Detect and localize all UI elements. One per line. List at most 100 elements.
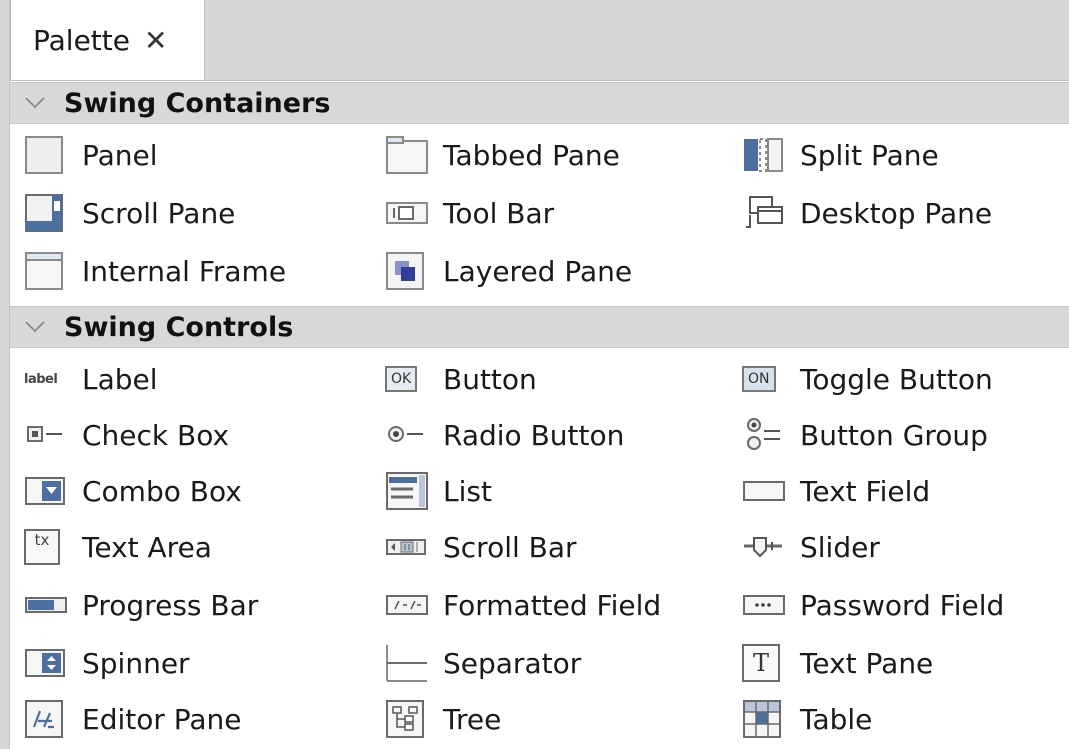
check-box-icon: [24, 413, 68, 457]
radio-button-icon: [385, 413, 429, 457]
palette-item-button-group[interactable]: Button Group: [742, 410, 988, 460]
item-label: Check Box: [82, 418, 230, 452]
item-label: Scroll Pane: [82, 196, 236, 230]
palette-item-tool-bar[interactable]: Tool Bar: [385, 188, 554, 238]
palette-item-toggle-button[interactable]: ON Toggle Button: [742, 354, 993, 404]
item-label: Text Area: [82, 530, 212, 564]
item-label: Spinner: [82, 646, 190, 680]
chevron-down-icon[interactable]: [24, 96, 54, 110]
palette-item-progress-bar[interactable]: Progress Bar: [24, 580, 258, 630]
desktop-pane-icon: [742, 191, 786, 235]
item-label: Progress Bar: [82, 588, 259, 622]
item-label: Button: [443, 362, 537, 396]
left-frame-border: [0, 0, 10, 748]
palette-item-text-pane[interactable]: T Text Pane: [742, 638, 933, 688]
palette-tab-label: Palette: [33, 23, 130, 57]
slider-icon: [742, 525, 786, 569]
palette-item-internal-frame[interactable]: Internal Frame: [24, 246, 286, 296]
button-icon: OK: [385, 357, 429, 401]
palette-item-radio-button[interactable]: Radio Button: [385, 410, 624, 460]
palette-item-formatted-field[interactable]: Formatted Field: [385, 580, 661, 630]
tool-bar-icon: [385, 191, 429, 235]
palette-item-password-field[interactable]: Password Field: [742, 580, 1004, 630]
button-icon-text: OK: [385, 366, 418, 392]
palette-item-desktop-pane[interactable]: Desktop Pane: [742, 188, 992, 238]
category-title: Swing Controls: [64, 311, 294, 343]
button-group-icon: [742, 413, 786, 457]
combo-box-icon: [24, 469, 68, 513]
item-label: Text Field: [800, 474, 931, 508]
text-pane-icon-text: T: [752, 649, 769, 677]
password-field-icon: [742, 583, 786, 627]
progress-bar-icon: [24, 583, 68, 627]
palette-item-table[interactable]: Table: [742, 694, 872, 744]
separator-icon: [385, 641, 429, 685]
item-label: Password Field: [800, 588, 1005, 622]
item-label: Formatted Field: [443, 588, 662, 622]
category-title: Swing Containers: [64, 87, 331, 119]
item-label: Table: [800, 702, 873, 736]
item-label: Radio Button: [443, 418, 625, 452]
item-label: Scroll Bar: [443, 530, 577, 564]
palette-item-check-box[interactable]: Check Box: [24, 410, 229, 460]
palette-item-slider[interactable]: Slider: [742, 522, 880, 572]
toggle-icon-text: ON: [742, 366, 776, 392]
item-label: Tabbed Pane: [443, 138, 620, 172]
table-icon: [742, 697, 786, 741]
scroll-pane-icon: [24, 191, 68, 235]
chevron-down-icon[interactable]: [24, 320, 54, 334]
layered-pane-icon: [385, 249, 429, 293]
scroll-bar-icon: [385, 525, 429, 569]
text-field-icon: [742, 469, 786, 513]
text-area-icon-text: tx: [34, 531, 50, 549]
palette-item-combo-box[interactable]: Combo Box: [24, 466, 242, 516]
palette-item-button[interactable]: OK Button: [385, 354, 537, 404]
text-pane-icon: T: [742, 641, 786, 685]
item-label: Button Group: [800, 418, 988, 452]
panel-icon: [24, 133, 68, 177]
palette-item-panel[interactable]: Panel: [24, 130, 158, 180]
toggle-button-icon: ON: [742, 357, 786, 401]
spinner-icon: [24, 641, 68, 685]
item-label: Tool Bar: [443, 196, 555, 230]
palette-item-editor-pane[interactable]: Editor Pane: [24, 694, 242, 744]
item-label: Internal Frame: [82, 254, 287, 288]
item-label: Toggle Button: [800, 362, 993, 396]
internal-frame-icon: [24, 249, 68, 293]
palette-item-tabbed-pane[interactable]: Tabbed Pane: [385, 130, 620, 180]
item-label: Desktop Pane: [800, 196, 993, 230]
item-label: Slider: [800, 530, 880, 564]
palette-tab[interactable]: Palette ✕: [10, 0, 205, 80]
category-swing-containers[interactable]: Swing Containers: [10, 82, 1069, 124]
palette-item-split-pane[interactable]: Split Pane: [742, 130, 939, 180]
tree-icon: [385, 697, 429, 741]
label-icon: label: [24, 357, 72, 401]
editor-pane-icon: [24, 697, 68, 741]
list-icon: [385, 469, 429, 513]
palette-item-layered-pane[interactable]: Layered Pane: [385, 246, 632, 296]
item-label: Editor Pane: [82, 702, 242, 736]
item-label: Label: [82, 362, 158, 396]
item-label: Combo Box: [82, 474, 242, 508]
palette-item-text-area[interactable]: tx Text Area: [24, 522, 212, 572]
split-pane-icon: [742, 133, 786, 177]
palette-item-scroll-bar[interactable]: Scroll Bar: [385, 522, 577, 572]
palette-item-text-field[interactable]: Text Field: [742, 466, 930, 516]
formatted-field-icon: [385, 583, 429, 627]
item-label: Separator: [443, 646, 582, 680]
item-label: Panel: [82, 138, 158, 172]
close-icon[interactable]: ✕: [144, 24, 167, 57]
palette-item-spinner[interactable]: Spinner: [24, 638, 190, 688]
tabbed-pane-icon: [385, 133, 429, 177]
item-label: Layered Pane: [443, 254, 633, 288]
item-label: List: [443, 474, 492, 508]
palette-item-scroll-pane[interactable]: Scroll Pane: [24, 188, 235, 238]
item-label: Text Pane: [800, 646, 934, 680]
text-area-icon: tx: [24, 525, 68, 569]
palette-item-label[interactable]: label Label: [24, 354, 158, 404]
item-label: Tree: [443, 702, 502, 736]
palette-item-tree[interactable]: Tree: [385, 694, 501, 744]
category-swing-controls[interactable]: Swing Controls: [10, 306, 1069, 348]
palette-item-separator[interactable]: Separator: [385, 638, 581, 688]
palette-item-list[interactable]: List: [385, 466, 492, 516]
